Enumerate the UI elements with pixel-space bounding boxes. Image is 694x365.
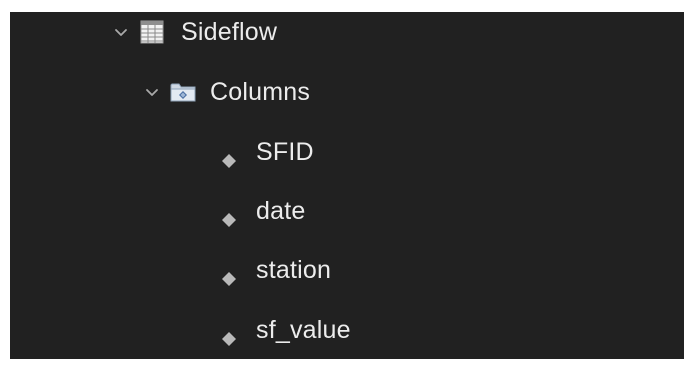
tree-node-column[interactable]: station xyxy=(220,248,331,292)
column-name: station xyxy=(256,255,332,284)
tree-node-column[interactable]: sf_value xyxy=(220,308,351,352)
chevron-down-icon[interactable] xyxy=(144,84,160,100)
column-diamond-icon xyxy=(220,148,238,168)
tree-node-column[interactable]: SFID xyxy=(220,130,314,174)
table-name: Sideflow xyxy=(181,17,278,46)
column-diamond-icon xyxy=(220,326,238,346)
chevron-down-icon[interactable] xyxy=(113,24,129,40)
database-tree-panel: Sideflow Columns SFID date station sf_va… xyxy=(10,12,684,359)
column-name: sf_value xyxy=(256,315,351,344)
column-diamond-icon xyxy=(220,207,238,227)
folder-icon xyxy=(170,81,196,103)
column-name: SFID xyxy=(256,137,314,166)
column-name: date xyxy=(256,196,306,225)
tree-node-column[interactable]: date xyxy=(220,189,305,233)
tree-node-columns-folder[interactable]: Columns xyxy=(144,70,310,114)
tree-node-table-sideflow[interactable]: Sideflow xyxy=(113,12,277,54)
folder-name: Columns xyxy=(210,77,311,106)
column-diamond-icon xyxy=(220,266,238,286)
table-icon xyxy=(139,19,165,45)
